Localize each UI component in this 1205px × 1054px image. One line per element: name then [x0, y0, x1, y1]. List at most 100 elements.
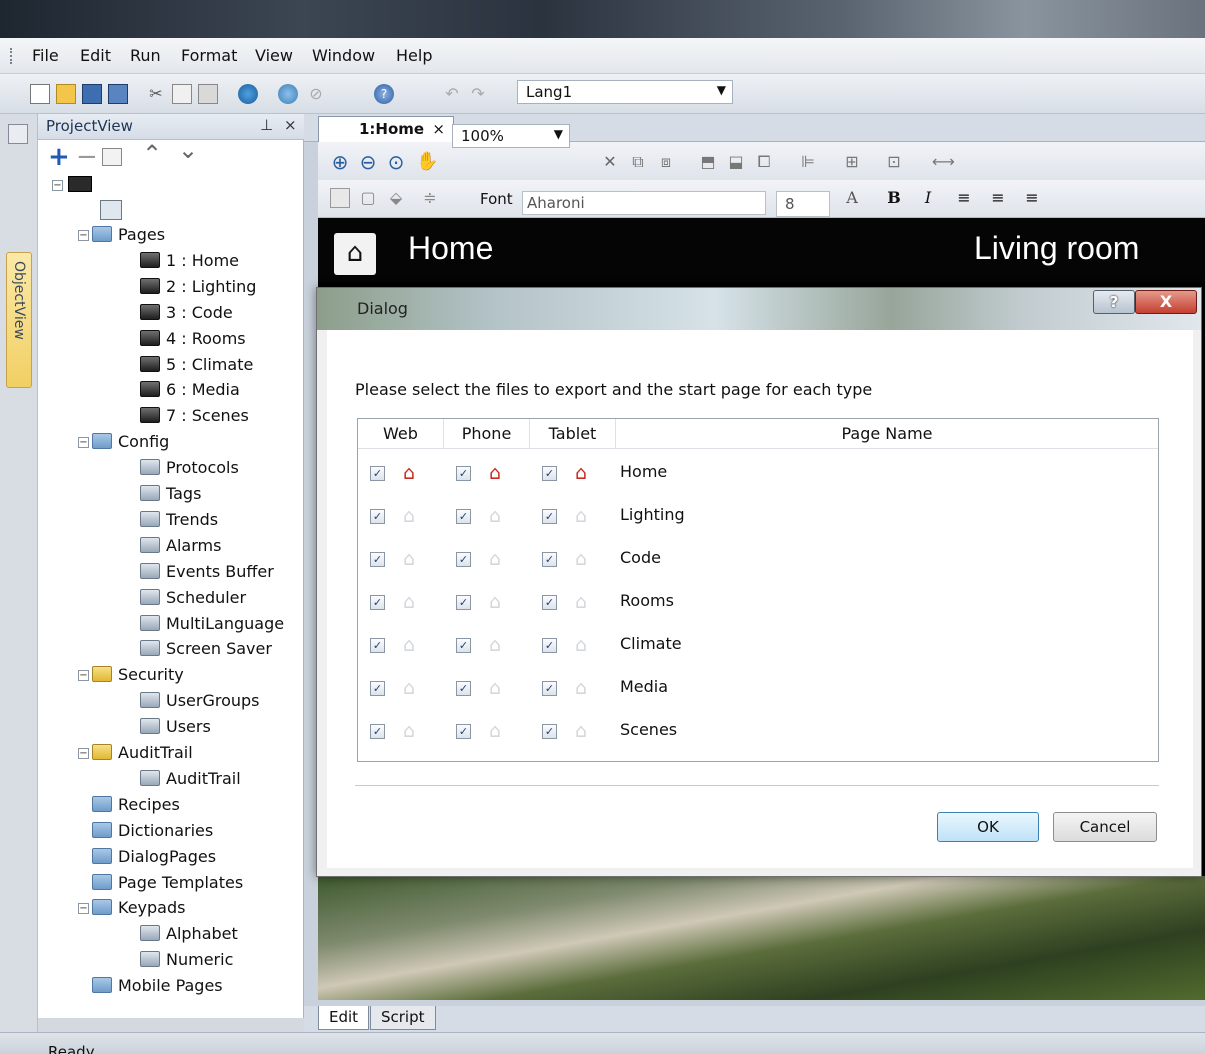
- tree-item[interactable]: Numeric: [140, 950, 233, 969]
- resize-icon[interactable]: ⟷: [932, 152, 955, 172]
- font-size-select[interactable]: 8: [776, 191, 830, 217]
- export-checkbox[interactable]: ✓: [542, 595, 557, 610]
- start-page-home-icon[interactable]: ⌂: [398, 634, 420, 656]
- tree-item[interactable]: 5 : Climate: [140, 355, 253, 374]
- align-left-icon[interactable]: ≡: [954, 188, 974, 208]
- export-checkbox[interactable]: ✓: [456, 466, 471, 481]
- zoom-select[interactable]: 100% ▼: [452, 124, 570, 148]
- start-page-home-icon[interactable]: ⌂: [484, 634, 506, 656]
- tree-item[interactable]: Page Templates: [92, 873, 243, 892]
- bring-forward-icon[interactable]: ⬒: [698, 152, 718, 172]
- tree-item[interactable]: Mobile Pages: [92, 976, 223, 995]
- tree-item[interactable]: AuditTrail: [92, 743, 193, 762]
- ok-button[interactable]: OK: [937, 812, 1039, 842]
- zoom-in-icon[interactable]: ⊕: [330, 152, 350, 172]
- start-page-home-icon[interactable]: ⌂: [570, 677, 592, 699]
- tree-item[interactable]: 6 : Media: [140, 380, 240, 399]
- export-checkbox[interactable]: ✓: [542, 552, 557, 567]
- object-view-icon[interactable]: [8, 124, 28, 144]
- start-page-home-icon[interactable]: ⌂: [484, 591, 506, 613]
- download-icon[interactable]: [238, 84, 258, 104]
- start-page-home-icon[interactable]: ⌂: [398, 677, 420, 699]
- collapse-toggle-icon[interactable]: −: [78, 748, 89, 759]
- dialog-help-button[interactable]: ?: [1093, 290, 1135, 314]
- tree-item[interactable]: 2 : Lighting: [140, 277, 256, 296]
- paste-icon[interactable]: [198, 84, 218, 104]
- menu-view[interactable]: View: [255, 46, 293, 65]
- menu-file[interactable]: File: [32, 46, 59, 65]
- tab-home[interactable]: 1:Home ×: [318, 116, 454, 142]
- collapse-root-icon[interactable]: −: [52, 180, 63, 191]
- start-page-home-icon[interactable]: ⌂: [484, 462, 506, 484]
- start-page-home-icon[interactable]: ⌂: [484, 677, 506, 699]
- align-right-icon[interactable]: ≡: [1022, 188, 1042, 208]
- export-checkbox[interactable]: ✓: [370, 724, 385, 739]
- export-checkbox[interactable]: ✓: [370, 466, 385, 481]
- tree-item[interactable]: Events Buffer: [140, 562, 274, 581]
- bold-icon[interactable]: B: [884, 188, 904, 208]
- export-checkbox[interactable]: ✓: [370, 509, 385, 524]
- line-icon[interactable]: ≑: [420, 188, 440, 208]
- cancel-button[interactable]: Cancel: [1053, 812, 1157, 842]
- start-page-home-icon[interactable]: ⌂: [570, 462, 592, 484]
- object-view-tab[interactable]: ObjectView: [6, 252, 32, 388]
- collapse-toggle-icon[interactable]: −: [78, 230, 89, 241]
- menu-format[interactable]: Format: [181, 46, 237, 65]
- tree-item[interactable]: MultiLanguage: [140, 614, 284, 633]
- export-checkbox[interactable]: ✓: [370, 681, 385, 696]
- export-checkbox[interactable]: ✓: [542, 638, 557, 653]
- tab-script[interactable]: Script: [370, 1006, 436, 1030]
- center-icon[interactable]: ⊞: [842, 152, 862, 172]
- tree-item[interactable]: Alarms: [140, 536, 221, 555]
- export-checkbox[interactable]: ✓: [370, 595, 385, 610]
- save-all-icon[interactable]: [108, 84, 128, 104]
- tree-item[interactable]: 7 : Scenes: [140, 406, 249, 425]
- export-checkbox[interactable]: ✓: [456, 509, 471, 524]
- dialog-close-button[interactable]: X: [1135, 290, 1197, 314]
- zoom-out-icon[interactable]: ⊖: [358, 152, 378, 172]
- font-select[interactable]: Aharoni: [522, 191, 766, 215]
- collapse-toggle-icon[interactable]: −: [78, 437, 89, 449]
- export-checkbox[interactable]: ✓: [456, 724, 471, 739]
- arrange-icon[interactable]: ⧠: [754, 152, 774, 172]
- start-page-home-icon[interactable]: ⌂: [398, 548, 420, 570]
- tree-item[interactable]: Scheduler: [140, 588, 246, 607]
- start-page-home-icon[interactable]: ⌂: [484, 505, 506, 527]
- tree-item[interactable]: AuditTrail: [140, 769, 241, 788]
- export-checkbox[interactable]: ✓: [370, 552, 385, 567]
- tree-item[interactable]: Keypads: [92, 898, 185, 917]
- menu-run[interactable]: Run: [130, 46, 161, 65]
- export-checkbox[interactable]: ✓: [542, 509, 557, 524]
- export-checkbox[interactable]: ✓: [456, 595, 471, 610]
- project-root-icon[interactable]: [68, 176, 92, 192]
- menu-help[interactable]: Help: [396, 46, 432, 65]
- run-icon[interactable]: [278, 84, 298, 104]
- tree-item[interactable]: UserGroups: [140, 691, 260, 710]
- tree-item[interactable]: DialogPages: [92, 847, 216, 866]
- save-icon[interactable]: [82, 84, 102, 104]
- tree-item[interactable]: Recipes: [92, 795, 180, 814]
- tree-item[interactable]: Pages: [92, 225, 165, 244]
- new-file-icon[interactable]: [30, 84, 50, 104]
- undo-icon[interactable]: ↶: [442, 84, 462, 104]
- export-checkbox[interactable]: ✓: [542, 681, 557, 696]
- tree-item[interactable]: Users: [140, 717, 211, 736]
- tree-item[interactable]: Security: [92, 665, 184, 684]
- start-page-home-icon[interactable]: ⌂: [398, 462, 420, 484]
- start-page-home-icon[interactable]: ⌂: [484, 720, 506, 742]
- tree-item[interactable]: 3 : Code: [140, 303, 233, 322]
- frame-icon[interactable]: ▢: [358, 188, 378, 208]
- font-grow-icon[interactable]: A: [842, 188, 862, 208]
- tree-item[interactable]: Protocols: [140, 458, 239, 477]
- group-icon[interactable]: ⧉: [628, 152, 648, 172]
- start-page-home-icon[interactable]: ⌂: [398, 591, 420, 613]
- tree-item[interactable]: Trends: [140, 510, 218, 529]
- start-page-home-icon[interactable]: ⌂: [484, 548, 506, 570]
- fill-icon[interactable]: ⬙: [386, 188, 406, 208]
- tree-item[interactable]: Dictionaries: [92, 821, 213, 840]
- export-checkbox[interactable]: ✓: [456, 681, 471, 696]
- start-page-home-icon[interactable]: ⌂: [570, 634, 592, 656]
- redo-icon[interactable]: ↷: [468, 84, 488, 104]
- align-center-icon[interactable]: ≡: [988, 188, 1008, 208]
- collapse-toggle-icon[interactable]: −: [78, 903, 89, 915]
